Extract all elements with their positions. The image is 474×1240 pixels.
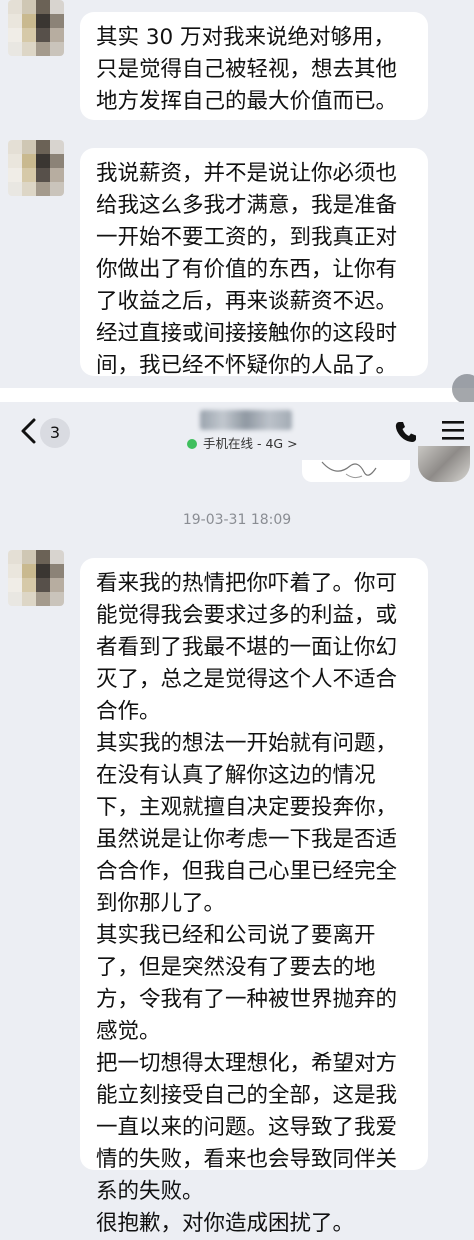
chat-header: 3 手机在线 - 4G > <box>0 402 474 460</box>
contact-avatar[interactable] <box>8 550 64 606</box>
scroll-indicator <box>452 374 474 404</box>
menu-icon[interactable] <box>442 419 464 441</box>
message-bubble[interactable]: 其实 30 万对我来说绝对够用， 只是觉得自己被轻视，想去其他 地方发挥自己的最… <box>80 12 428 120</box>
message-timestamp: 19-03-31 18:09 <box>182 512 292 528</box>
unread-count-badge[interactable]: 3 <box>40 418 70 448</box>
sent-image-thumbnail[interactable] <box>302 460 410 482</box>
contact-avatar[interactable] <box>8 140 64 196</box>
screenshot-divider <box>0 388 474 402</box>
chat-history-top: 其实 30 万对我来说绝对够用， 只是觉得自己被轻视，想去其他 地方发挥自己的最… <box>0 0 474 388</box>
phone-icon[interactable] <box>393 419 419 445</box>
online-status-dot <box>187 439 197 449</box>
chat-screen: 3 手机在线 - 4G > 19-03-31 18:09 看来我的热情把你吓着了… <box>0 402 474 1236</box>
contact-avatar[interactable] <box>8 0 64 56</box>
own-avatar[interactable] <box>418 446 470 482</box>
message-bubble[interactable]: 我说薪资，并不是说让你必须也 给我这么多我才满意，我是准备 一开始不要工资的，到… <box>80 148 428 378</box>
contact-name <box>200 410 292 430</box>
message-bubble[interactable]: 看来我的热情把你吓着了。你可 能觉得我会要求过多的利益，或 者看到了我最不堪的一… <box>80 558 428 1236</box>
online-status-text[interactable]: 手机在线 - 4G > <box>203 434 298 454</box>
sketch-image <box>321 461 377 479</box>
